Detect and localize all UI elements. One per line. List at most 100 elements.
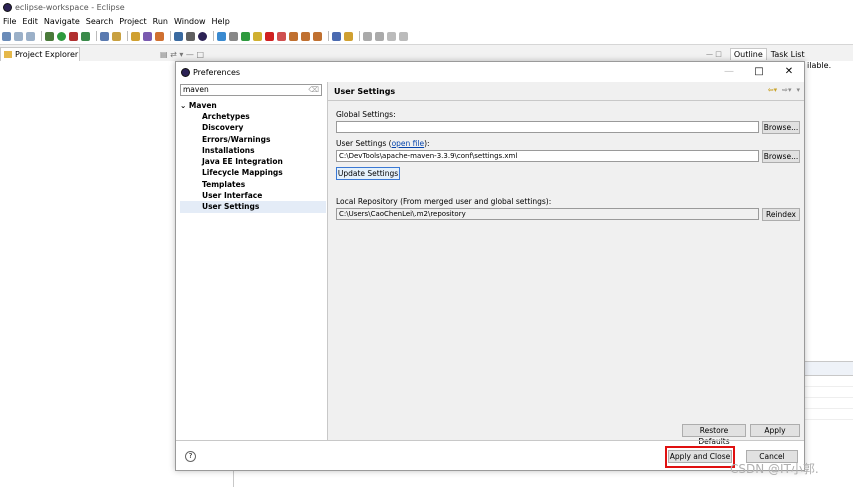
clear-filter-icon[interactable]: ⌫ <box>308 85 319 95</box>
outline-panel: ilable. <box>805 61 853 361</box>
menu-help[interactable]: Help <box>212 17 230 26</box>
run-icon[interactable] <box>57 31 66 41</box>
collapse-all-icon[interactable]: ▤ <box>160 50 168 59</box>
open-task-icon[interactable] <box>143 31 152 41</box>
previous-annotation-icon[interactable] <box>375 31 384 41</box>
resume-icon[interactable] <box>241 31 250 41</box>
minimize-button[interactable]: — <box>714 62 744 82</box>
global-browse-button[interactable]: Browse... <box>762 121 800 134</box>
forward-icon[interactable] <box>399 31 408 41</box>
link-editor-icon[interactable]: ⇄ <box>170 50 177 59</box>
menu-navigate[interactable]: Navigate <box>44 17 80 26</box>
outline-message: ilable. <box>807 61 832 70</box>
next-annotation-icon[interactable] <box>363 31 372 41</box>
help-icon[interactable]: ? <box>185 451 196 462</box>
coverage-icon[interactable] <box>81 31 90 41</box>
step-return-icon[interactable] <box>313 31 322 41</box>
tree-item-lifecycle-mappings[interactable]: Lifecycle Mappings <box>180 167 326 178</box>
list-item <box>805 376 853 387</box>
search-icon[interactable] <box>155 31 164 41</box>
menu-file[interactable]: File <box>3 17 16 26</box>
external-tools-icon[interactable] <box>69 31 78 41</box>
list-item <box>805 409 853 420</box>
open-file-link[interactable]: open file <box>392 139 425 148</box>
toolbar-separator <box>213 31 214 41</box>
user-settings-label: User Settings (open file): <box>336 139 430 148</box>
save-icon[interactable] <box>14 31 23 41</box>
forward-icon[interactable]: ⇨▾ <box>782 86 791 94</box>
header-separator <box>328 100 804 101</box>
terminal-icon[interactable] <box>186 31 195 41</box>
local-repo-label: Local Repository (From merged user and g… <box>336 197 551 206</box>
footer-separator <box>176 440 804 441</box>
maximize-view-icon[interactable]: □ <box>196 50 204 59</box>
tree-item-label: Maven <box>188 101 217 110</box>
local-repo-field: C:\Users\CaoChenLei\.m2\repository <box>336 208 759 220</box>
back-icon[interactable] <box>387 31 396 41</box>
open-type-icon[interactable] <box>131 31 140 41</box>
user-settings-field[interactable]: C:\DevTools\apache-maven-3.3.9\conf\sett… <box>336 150 759 162</box>
eclipse-marketplace-icon[interactable] <box>198 31 207 41</box>
tree-item-templates[interactable]: Templates <box>180 179 326 190</box>
folder-icon <box>4 51 12 58</box>
tab-task-list[interactable]: Task List <box>771 50 805 59</box>
view-menu-icon[interactable]: ▾ <box>796 86 800 94</box>
menu-project[interactable]: Project <box>119 17 146 26</box>
minimize-maximize-icon[interactable]: — □ <box>706 50 722 58</box>
project-explorer-label: Project Explorer <box>15 50 79 59</box>
toolbar-separator <box>127 31 128 41</box>
editor-area-strip <box>234 470 805 487</box>
toggle-breadcrumb-icon[interactable] <box>217 31 226 41</box>
user-settings-text: User Settings ( <box>336 139 392 148</box>
tree-item-java-ee-integration[interactable]: Java EE Integration <box>180 156 326 167</box>
toggle-mark-icon[interactable] <box>229 31 238 41</box>
list-item <box>805 387 853 398</box>
menu-run[interactable]: Run <box>153 17 168 26</box>
suspend-icon[interactable] <box>253 31 262 41</box>
apply-button[interactable]: Apply <box>750 424 800 437</box>
chevron-down-icon[interactable]: ⌄ <box>180 101 186 110</box>
window-title: eclipse-workspace - Eclipse <box>15 2 125 12</box>
close-button[interactable]: ✕ <box>774 62 804 82</box>
reindex-button[interactable]: Reindex <box>762 208 800 221</box>
menu-edit[interactable]: Edit <box>22 17 38 26</box>
tree-item-archetypes[interactable]: Archetypes <box>180 111 326 122</box>
back-icon[interactable]: ⇦▾ <box>768 86 777 94</box>
dialog-window-controls: — □ ✕ <box>714 62 804 82</box>
tree-item-maven[interactable]: ⌄ Maven <box>180 100 326 111</box>
tab-project-explorer[interactable]: Project Explorer <box>0 47 80 61</box>
debug-icon[interactable] <box>45 31 54 41</box>
restore-defaults-button[interactable]: Restore Defaults <box>682 424 746 446</box>
new-package-icon[interactable] <box>112 31 121 41</box>
maximize-button[interactable]: □ <box>744 62 774 82</box>
view-menu-icon[interactable]: ▾ <box>179 50 183 59</box>
tree-item-discovery[interactable]: Discovery <box>180 122 326 133</box>
update-settings-button[interactable]: Update Settings <box>336 167 400 180</box>
tree-item-errors-warnings[interactable]: Errors/Warnings <box>180 134 326 145</box>
page-header: User Settings ⇦▾ ⇨▾ ▾ <box>328 82 804 100</box>
tab-outline[interactable]: Outline <box>729 48 767 60</box>
tree-item-user-interface[interactable]: User Interface <box>180 190 326 201</box>
step-into-icon[interactable] <box>289 31 298 41</box>
terminate-icon[interactable] <box>265 31 274 41</box>
menu-window[interactable]: Window <box>174 17 206 26</box>
tree-item-user-settings[interactable]: User Settings <box>180 201 326 213</box>
new-icon[interactable] <box>2 31 11 41</box>
save-all-icon[interactable] <box>26 31 35 41</box>
user-browse-button[interactable]: Browse... <box>762 150 800 163</box>
pin-editor-icon[interactable] <box>332 31 341 41</box>
menu-search[interactable]: Search <box>86 17 113 26</box>
filter-input[interactable]: maven ⌫ <box>180 84 322 96</box>
tree-item-installations[interactable]: Installations <box>180 145 326 156</box>
eclipse-logo-icon <box>3 2 12 12</box>
web-browser-icon[interactable] <box>174 31 183 41</box>
page-nav: ⇦▾ ⇨▾ ▾ <box>768 86 800 94</box>
minimize-view-icon[interactable]: — <box>186 50 194 59</box>
global-settings-field[interactable] <box>336 121 759 133</box>
step-over-icon[interactable] <box>301 31 310 41</box>
toolbar-separator <box>96 31 97 41</box>
preferences-tree: ⌄ Maven Archetypes Discovery Errors/Warn… <box>180 100 326 213</box>
new-java-project-icon[interactable] <box>100 31 109 41</box>
disconnect-icon[interactable] <box>277 31 286 41</box>
annotation-icon[interactable] <box>344 31 353 41</box>
